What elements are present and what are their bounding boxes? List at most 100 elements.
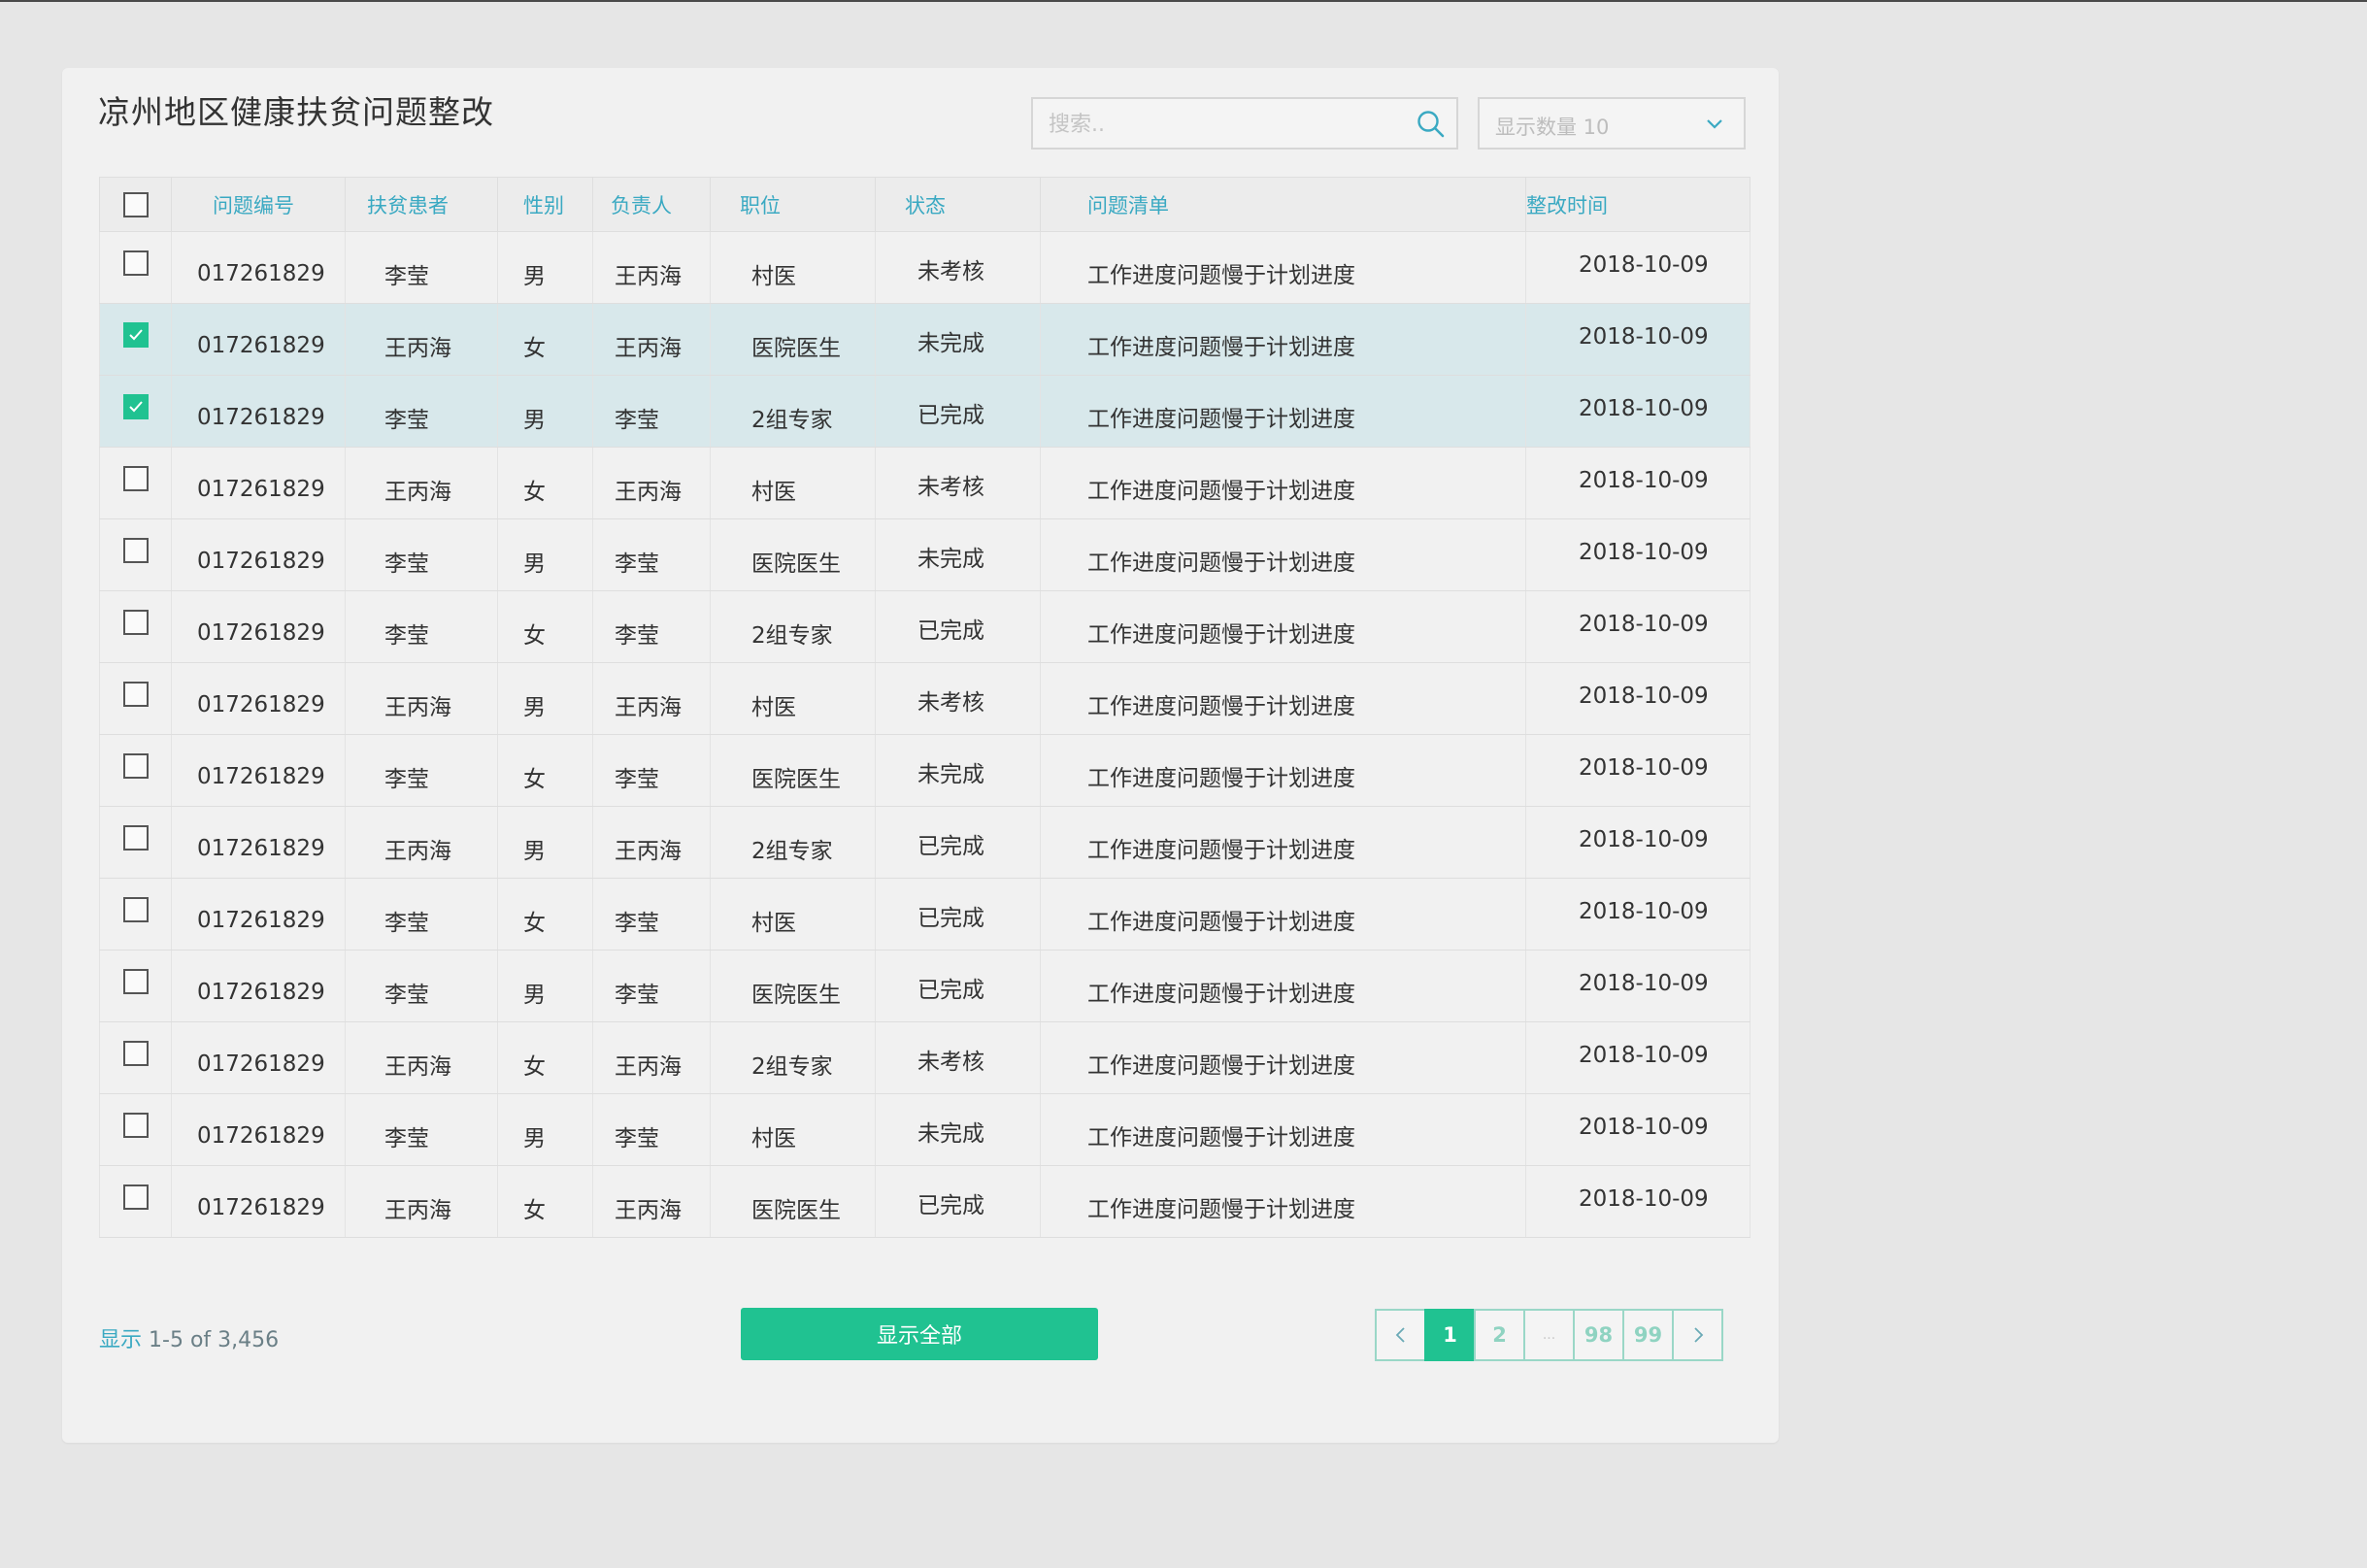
select-all-checkbox[interactable] [122,191,149,217]
cell-gender: 男 [497,806,593,879]
column-header-owner[interactable]: 负责人 [592,177,711,232]
cell-id: 017261829 [171,231,346,304]
cell-position: 医院医生 [710,950,876,1022]
cell-patient: 王丙海 [345,662,498,735]
cell-issue: 工作进度问题慢于计划进度 [1040,950,1526,1022]
cell-date: 2018-10-09 [1525,1093,1750,1166]
row-checkbox[interactable] [122,321,149,348]
row-checkbox[interactable] [122,1112,149,1138]
show-all-button[interactable]: 显示全部 [741,1308,1098,1360]
search-icon[interactable] [1416,109,1447,140]
page-button[interactable]: 1 [1424,1309,1476,1361]
column-header-position[interactable]: 职位 [710,177,876,232]
table-row[interactable]: 017261829 王丙海男王丙海 村医 未考核 工作进度问题慢于计划进度 2018-10… [99,662,1750,735]
cell-owner: 王丙海 [592,231,711,304]
row-checkbox[interactable] [122,393,149,419]
table-row[interactable]: 017261829 王丙海女王丙海 2组专家 未考核 工作进度问题慢于计划进度 2018-… [99,1021,1750,1094]
column-header-date[interactable]: 整改时间 [1525,177,1750,232]
cell-status: 未完成 [875,734,1041,807]
row-checkbox[interactable] [122,250,149,276]
row-checkbox[interactable] [122,824,149,851]
row-checkbox[interactable] [122,537,149,563]
cell-status: 未考核 [875,447,1041,519]
row-checkbox[interactable] [122,968,149,994]
cell-date: 2018-10-09 [1525,447,1750,519]
page-button[interactable]: 2 [1474,1309,1525,1361]
table-row[interactable]: 017261829 李莹男李莹 2组专家 已完成 工作进度问题慢于计划进度 2018-10… [99,375,1750,448]
cell-id: 017261829 [171,375,346,448]
row-checkbox-cell [99,231,172,304]
table-row[interactable]: 017261829 李莹女李莹 2组专家 已完成 工作进度问题慢于计划进度 2018-10… [99,590,1750,663]
cell-issue: 工作进度问题慢于计划进度 [1040,1093,1526,1166]
cell-gender: 女 [497,447,593,519]
table-row[interactable]: 017261829 李莹女李莹 村医 已完成 工作进度问题慢于计划进度 2018-10-0… [99,878,1750,951]
cell-issue: 工作进度问题慢于计划进度 [1040,806,1526,879]
table-header-row: 问题编号 扶贫患者 性别 负责人 职位 状态 问题清单 整改时间 [99,177,1750,232]
page-button[interactable]: 99 [1622,1309,1674,1361]
cell-owner: 王丙海 [592,1021,711,1094]
cell-position: 村医 [710,447,876,519]
checkmark-icon [128,400,143,412]
row-checkbox-cell [99,303,172,376]
column-header-id[interactable]: 问题编号 [171,177,346,232]
cell-id: 017261829 [171,518,346,591]
table-row[interactable]: 017261829 李莹男李莹 医院医生 未完成 工作进度问题慢于计划进度 2018-10… [99,518,1750,591]
cell-patient: 李莹 [345,590,498,663]
cell-position: 2组专家 [710,806,876,879]
prev-page-button[interactable] [1375,1309,1426,1361]
cell-status: 未考核 [875,1021,1041,1094]
search-box[interactable] [1031,97,1458,150]
cell-status: 未考核 [875,231,1041,304]
cell-patient: 王丙海 [345,303,498,376]
column-header-issue[interactable]: 问题清单 [1040,177,1526,232]
row-checkbox-cell [99,1021,172,1094]
cell-date: 2018-10-09 [1525,734,1750,807]
cell-patient: 王丙海 [345,806,498,879]
table-row[interactable]: 017261829 李莹男李莹 村医 未完成 工作进度问题慢于计划进度 2018-10-0… [99,1093,1750,1166]
cell-status: 未完成 [875,518,1041,591]
row-checkbox[interactable] [122,1184,149,1210]
table-row[interactable]: 017261829 李莹女李莹 医院医生 未完成 工作进度问题慢于计划进度 2018-10… [99,734,1750,807]
pagination-ellipsis[interactable]: ... [1523,1309,1575,1361]
cell-status: 已完成 [875,878,1041,951]
table-row[interactable]: 017261829 王丙海男王丙海 2组专家 已完成 工作进度问题慢于计划进度 2018-… [99,806,1750,879]
table-row[interactable]: 017261829 李莹男李莹 医院医生 已完成 工作进度问题慢于计划进度 2018-10… [99,950,1750,1022]
row-checkbox[interactable] [122,1040,149,1066]
cell-patient: 李莹 [345,518,498,591]
table-row[interactable]: 017261829 李莹男王丙海 村医 未考核 工作进度问题慢于计划进度 2018-10-… [99,231,1750,304]
cell-owner: 李莹 [592,950,711,1022]
table-row[interactable]: 017261829 王丙海女王丙海 医院医生 未完成 工作进度问题慢于计划进度 2018-… [99,303,1750,376]
cell-patient: 李莹 [345,1093,498,1166]
row-checkbox-cell [99,590,172,663]
row-checkbox[interactable] [122,681,149,707]
table-row[interactable]: 017261829 王丙海女王丙海 医院医生 已完成 工作进度问题慢于计划进度 2018-… [99,1165,1750,1238]
cell-issue: 工作进度问题慢于计划进度 [1040,734,1526,807]
chevron-down-icon [1707,119,1722,129]
cell-patient: 王丙海 [345,1021,498,1094]
column-header-gender[interactable]: 性别 [497,177,593,232]
cell-date: 2018-10-09 [1525,375,1750,448]
row-checkbox[interactable] [122,609,149,635]
cell-position: 2组专家 [710,1021,876,1094]
search-input[interactable] [1047,99,1410,150]
row-checkbox[interactable] [122,896,149,922]
column-header-patient[interactable]: 扶贫患者 [345,177,498,232]
page-button[interactable]: 98 [1573,1309,1624,1361]
column-header-status[interactable]: 状态 [875,177,1041,232]
cell-issue: 工作进度问题慢于计划进度 [1040,518,1526,591]
cell-date: 2018-10-09 [1525,806,1750,879]
row-checkbox[interactable] [122,465,149,491]
table-row[interactable]: 017261829 王丙海女王丙海 村医 未考核 工作进度问题慢于计划进度 2018-10… [99,447,1750,519]
cell-date: 2018-10-09 [1525,231,1750,304]
cell-id: 017261829 [171,950,346,1022]
cell-date: 2018-10-09 [1525,662,1750,735]
cell-gender: 男 [497,1093,593,1166]
next-page-button[interactable] [1672,1309,1723,1361]
cell-issue: 工作进度问题慢于计划进度 [1040,231,1526,304]
cell-status: 未完成 [875,303,1041,376]
cell-position: 村医 [710,662,876,735]
cell-id: 017261829 [171,662,346,735]
page-size-select[interactable]: 显示数量 10 [1478,97,1746,150]
row-checkbox[interactable] [122,752,149,779]
cell-owner: 王丙海 [592,1165,711,1238]
